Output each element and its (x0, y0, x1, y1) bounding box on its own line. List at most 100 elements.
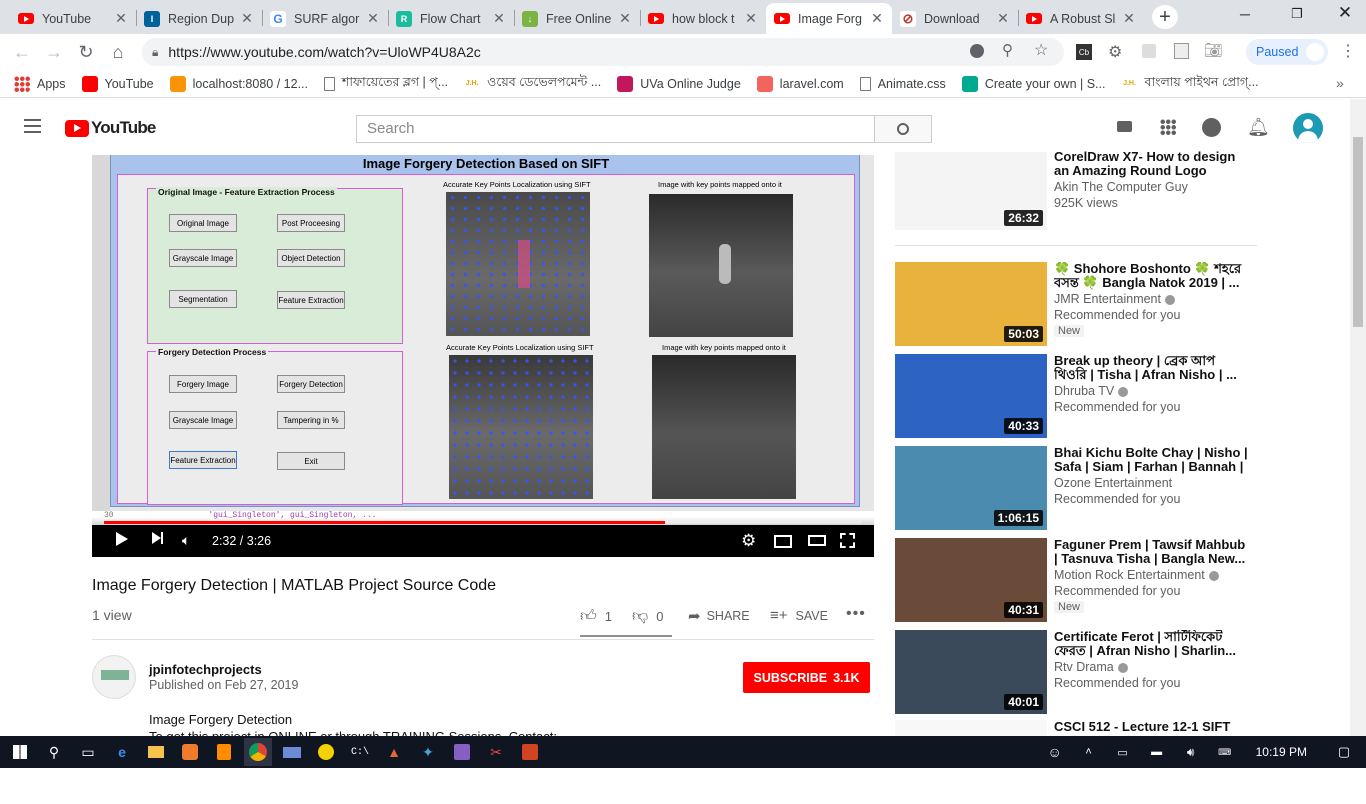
extension-cb-icon[interactable]: Cb (1076, 44, 1092, 60)
bookmark-item[interactable]: Apps (14, 75, 66, 92)
recommended-title[interactable]: Faguner Prem | Tawsif Mahbub | Tasnuva T… (1054, 538, 1249, 566)
recommended-title[interactable]: CorelDraw X7- How to design an Amazing R… (1054, 150, 1249, 178)
bookmark-item[interactable]: Create your own | S... (961, 75, 1105, 92)
save-button[interactable]: ≡+ SAVE (770, 607, 828, 624)
next-icon[interactable] (152, 532, 163, 544)
sublime-text-icon[interactable] (210, 738, 238, 766)
network-status-icon[interactable]: ▭ (1109, 738, 1137, 766)
extension-gear-icon[interactable]: ⚙ (1108, 42, 1122, 62)
tab-close-icon[interactable]: ✕ (744, 10, 758, 27)
xampp-icon[interactable] (176, 738, 204, 766)
video-thumbnail[interactable]: 40:31 (895, 538, 1047, 622)
progress-bar[interactable] (104, 521, 862, 524)
forward-button[interactable]: → (42, 40, 66, 64)
chrome-menu-icon[interactable]: ⋮ (1340, 41, 1356, 61)
bookmark-item[interactable]: UVa Online Judge (617, 75, 741, 92)
tab-0[interactable]: YouTube ✕ (10, 3, 136, 34)
volume-tray-icon[interactable]: 🔊︎ (1177, 738, 1205, 766)
new-tab-button[interactable]: + (1152, 5, 1178, 29)
network-app-icon[interactable]: ✦ (414, 738, 442, 766)
recommended-video[interactable]: 1:06:15 Bhai Kichu Bolte Chay | Nisho | S… (895, 446, 1255, 530)
file-explorer-icon[interactable] (142, 738, 170, 766)
miniplayer-icon[interactable] (774, 535, 792, 548)
volume-icon[interactable]: 🔈︎ (182, 532, 190, 549)
channel-avatar[interactable] (92, 655, 136, 699)
matlab-icon[interactable]: ▲ (380, 738, 408, 766)
taskbar-clock[interactable]: 10:19 PM (1256, 745, 1307, 759)
bookmark-item[interactable]: শাফায়েতের ব্লগ | প্... (323, 74, 448, 94)
visual-studio-icon[interactable] (448, 738, 476, 766)
tab-8[interactable]: A Robust Sl ✕ (1018, 3, 1144, 34)
back-button[interactable]: ← (10, 40, 34, 64)
recommended-title[interactable]: CSCI 512 - Lecture 12-1 SIFT (1054, 720, 1249, 734)
windows-start-icon[interactable] (6, 738, 34, 766)
address-bar[interactable]: 🔒︎ https://www.youtube.com/watch?v=UloWP… (142, 38, 1064, 66)
video-thumbnail[interactable]: 1:06:15 (895, 446, 1047, 530)
create-video-icon[interactable] (1117, 121, 1132, 132)
bookmark-item[interactable]: Animate.css (859, 76, 946, 91)
reload-button[interactable]: ↻ (74, 40, 98, 64)
profile-paused-button[interactable]: Paused (1246, 39, 1328, 65)
tab-close-icon[interactable]: ✕ (366, 10, 380, 27)
recommended-title[interactable]: Break up theory | ব্রেক আপ থিওরি | Tisha… (1054, 354, 1249, 382)
apps-grid-icon[interactable] (1160, 119, 1176, 135)
play-icon[interactable] (116, 532, 128, 546)
search-button[interactable] (874, 115, 932, 143)
like-button[interactable]: 👍︎ 1 (580, 607, 612, 626)
tab-close-icon[interactable]: ✕ (996, 10, 1010, 27)
bookmark-item[interactable]: YouTube (81, 75, 154, 92)
edge-browser-icon[interactable]: e (108, 738, 136, 766)
cmd-icon[interactable]: C:\ (346, 738, 374, 766)
minimize-button[interactable]: ─ (1230, 6, 1260, 26)
zoom-icon[interactable]: ⚲ (1002, 41, 1013, 59)
tab-close-icon[interactable]: ✕ (240, 10, 254, 27)
video-thumbnail[interactable] (895, 720, 1047, 736)
video-thumbnail[interactable]: 40:33 (895, 354, 1047, 438)
recommended-video[interactable]: 50:03 🍀 Shohore Boshonto 🍀 শহরে বসন্ত 🍀 B… (895, 262, 1255, 346)
keyboard-layout-icon[interactable]: ⌨ (1211, 738, 1239, 766)
recommended-video[interactable]: 40:01 Certificate Ferot | সার্টিফিকেট ফের… (895, 630, 1255, 714)
settings-gear-icon[interactable]: ⚙ (741, 531, 756, 551)
share-button[interactable]: ➦ SHARE (688, 607, 750, 625)
task-view-icon[interactable]: ▭ (74, 738, 102, 766)
account-avatar[interactable] (1293, 113, 1323, 143)
tab-5[interactable]: how block t ✕ (640, 3, 766, 34)
recommended-channel[interactable]: Dhruba TV (1054, 384, 1129, 398)
youtube-logo[interactable]: YouTube (65, 118, 156, 138)
recommended-video[interactable]: 40:31 Faguner Prem | Tawsif Mahbub | Tasn… (895, 538, 1255, 622)
tab-close-icon[interactable]: ✕ (114, 10, 128, 27)
recommended-channel[interactable]: Rtv Drama (1054, 660, 1128, 674)
bookmark-item[interactable]: J.H. বাংলায় পাইথন প্রোগ্... (1121, 74, 1259, 94)
recommended-video[interactable]: 26:32 CorelDraw X7- How to design an Amaz… (895, 150, 1255, 234)
close-window-button[interactable]: ✕ (1330, 3, 1360, 23)
subscribe-button[interactable]: SUBSCRIBE 3.1K (743, 662, 870, 693)
recommended-video[interactable]: 40:33 Break up theory | ব্রেক আপ থিওরি | … (895, 354, 1255, 438)
dislike-button[interactable]: 👎︎ 0 (632, 607, 663, 626)
tab-3[interactable]: R Flow Chart ✕ (388, 3, 514, 34)
more-actions-icon[interactable]: ••• (846, 605, 866, 623)
bookmark-item[interactable]: laravel.com (756, 75, 844, 92)
home-button[interactable]: ⌂ (106, 40, 130, 64)
snipping-tool-icon[interactable]: ✂ (482, 738, 510, 766)
bookmark-star-icon[interactable]: ☆ (1034, 40, 1048, 60)
extension-light-icon[interactable] (1142, 44, 1156, 58)
guide-menu-icon[interactable] (24, 119, 41, 133)
notifications-bell-icon[interactable]: 🔔︎ (1247, 117, 1270, 138)
bookmark-item[interactable]: localhost:8080 / 12... (169, 75, 308, 92)
recommended-title[interactable]: Bhai Kichu Bolte Chay | Nisho | Safa | S… (1054, 446, 1249, 474)
video-thumbnail[interactable]: 50:03 (895, 262, 1047, 346)
recommended-channel[interactable]: Motion Rock Entertainment (1054, 568, 1219, 582)
page-scrollbar[interactable] (1350, 99, 1366, 736)
search-input[interactable]: Search (356, 115, 875, 143)
chrome-taskbar-icon[interactable] (244, 738, 272, 766)
tab-close-icon[interactable]: ✕ (618, 10, 632, 27)
extension-camera-icon[interactable]: 📷︎ (1204, 41, 1223, 59)
bookmarks-overflow-icon[interactable]: » (1336, 75, 1344, 91)
tab-1[interactable]: I Region Dup ✕ (136, 3, 262, 34)
media-player-icon[interactable] (312, 738, 340, 766)
bookmark-item[interactable]: J.H. ওয়েব ডেভেলপমেন্ট ... (464, 74, 602, 94)
action-center-icon[interactable]: ▢ (1330, 738, 1358, 766)
tab-2[interactable]: G SURF algor ✕ (262, 3, 388, 34)
tab-close-icon[interactable]: ✕ (1122, 10, 1136, 27)
translate-icon[interactable] (970, 44, 984, 58)
